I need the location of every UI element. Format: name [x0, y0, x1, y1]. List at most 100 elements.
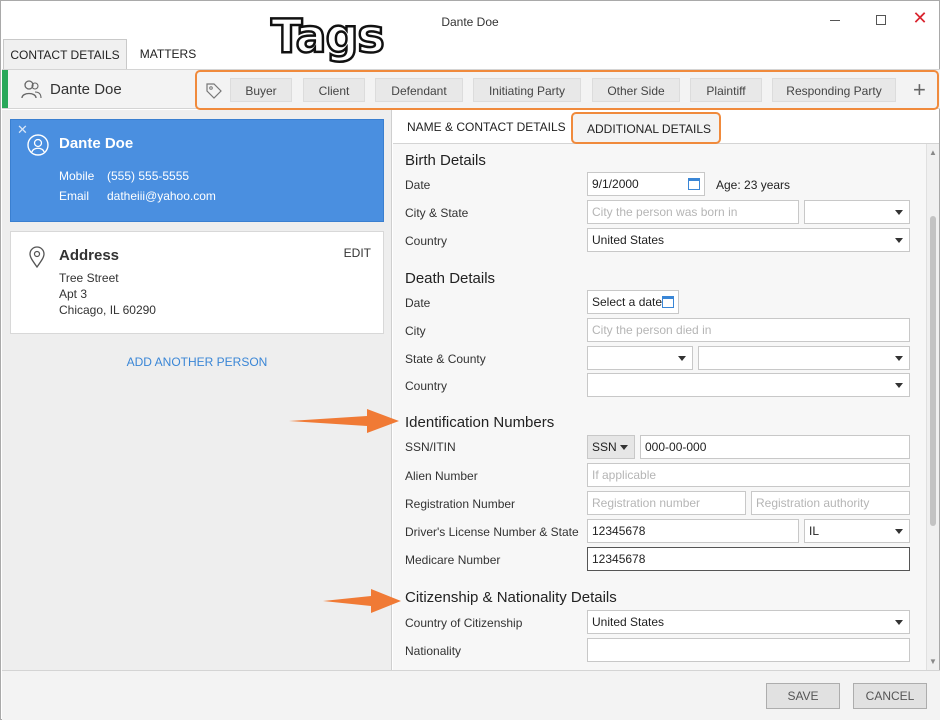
- birth-date-value: 9/1/2000: [592, 177, 639, 191]
- citizenship-heading: Citizenship & Nationality Details: [405, 589, 617, 606]
- tag-plaintiff[interactable]: Plaintiff: [690, 78, 762, 102]
- tab-additional-details[interactable]: ADDITIONAL DETAILS: [571, 112, 721, 144]
- birth-country-label: Country: [405, 234, 448, 248]
- death-county-select[interactable]: [698, 346, 910, 370]
- address-card: Address EDIT Tree Street Apt 3 Chicago, …: [10, 231, 384, 334]
- death-date-input[interactable]: Select a date: [587, 290, 679, 314]
- edit-address-button[interactable]: EDIT: [344, 246, 371, 260]
- license-state-value: IL: [809, 524, 820, 538]
- birth-country-value: United States: [592, 233, 665, 247]
- death-state-county-label: State & County: [405, 352, 486, 366]
- tag-client[interactable]: Client: [303, 78, 365, 102]
- mobile-row: Mobile (555) 555-5555: [59, 169, 189, 183]
- medicare-label: Medicare Number: [405, 553, 501, 567]
- close-button[interactable]: ✕: [908, 9, 932, 31]
- ssn-type-select[interactable]: SSN: [587, 435, 635, 459]
- license-label: Driver's License Number & State: [405, 525, 579, 539]
- death-date-placeholder: Select a date: [592, 295, 663, 309]
- save-button[interactable]: SAVE: [766, 683, 840, 709]
- maximize-button[interactable]: [869, 9, 893, 31]
- tag-defendant[interactable]: Defendant: [375, 78, 463, 102]
- minimize-button[interactable]: [823, 9, 847, 31]
- license-number-input[interactable]: 12345678: [587, 519, 799, 543]
- address-line: Apt 3: [59, 287, 88, 301]
- birth-date-input[interactable]: 9/1/2000: [587, 172, 705, 196]
- tag-initiating-party[interactable]: Initiating Party: [473, 78, 581, 102]
- mobile-value: (555) 555-5555: [107, 169, 190, 183]
- calendar-icon[interactable]: [688, 178, 700, 190]
- tag-responding-party[interactable]: Responding Party: [772, 78, 896, 102]
- scrollbar-thumb[interactable]: [930, 216, 936, 526]
- cancel-button[interactable]: CANCEL: [853, 683, 927, 709]
- arrow-citizenship-icon: [323, 589, 401, 613]
- remove-person-icon[interactable]: ✕: [17, 122, 28, 138]
- chevron-down-icon: [895, 238, 903, 243]
- contact-header: Dante Doe Buyer Client Defendant Initiat…: [2, 69, 940, 110]
- minimize-icon: [830, 20, 840, 21]
- address-line: Tree Street: [59, 271, 119, 285]
- maximize-icon: [876, 15, 886, 25]
- alien-number-input[interactable]: If applicable: [587, 463, 910, 487]
- death-date-label: Date: [405, 296, 431, 310]
- birth-country-select[interactable]: United States: [587, 228, 910, 252]
- window-title: Dante Doe: [441, 15, 499, 29]
- scroll-down-icon[interactable]: ▼: [929, 657, 937, 666]
- birth-city-input[interactable]: City the person was born in: [587, 200, 799, 224]
- alien-number-label: Alien Number: [405, 469, 478, 483]
- death-city-input[interactable]: City the person died in: [587, 318, 910, 342]
- death-country-select[interactable]: [587, 373, 910, 397]
- citizenship-country-value: United States: [592, 615, 665, 629]
- tab-additional-details-label: ADDITIONAL DETAILS: [587, 122, 712, 136]
- tab-matters[interactable]: MATTERS: [133, 39, 203, 69]
- chevron-down-icon: [895, 210, 903, 215]
- chevron-down-icon: [895, 383, 903, 388]
- ssn-label: SSN/ITIN: [405, 440, 456, 454]
- arrow-identification-icon: [289, 409, 399, 433]
- location-pin-icon: [29, 246, 45, 268]
- close-icon: ✕: [912, 8, 928, 28]
- registration-number-label: Registration Number: [405, 497, 516, 511]
- death-country-label: Country: [405, 379, 448, 393]
- chevron-down-icon: [678, 356, 686, 361]
- footer-bar: SAVE CANCEL: [2, 670, 940, 720]
- details-panel: NAME & CONTACT DETAILS ADDITIONAL DETAIL…: [393, 110, 939, 670]
- license-state-select[interactable]: IL: [804, 519, 910, 543]
- person-card[interactable]: ✕ Dante Doe Mobile (555) 555-5555 Email da…: [10, 119, 384, 222]
- citizenship-country-select[interactable]: United States: [587, 610, 910, 634]
- add-another-person-link[interactable]: ADD ANOTHER PERSON: [2, 355, 392, 369]
- age-text: Age: 23 years: [716, 178, 791, 192]
- add-tag-icon[interactable]: +: [913, 78, 926, 102]
- death-state-select[interactable]: [587, 346, 693, 370]
- contact-name: Dante Doe: [50, 81, 122, 98]
- tag-buyer[interactable]: Buyer: [230, 78, 292, 102]
- sub-tabs: NAME & CONTACT DETAILS ADDITIONAL DETAIL…: [393, 110, 939, 144]
- form-scrollbar[interactable]: ▲ ▼: [926, 144, 939, 670]
- birth-state-select[interactable]: [804, 200, 910, 224]
- email-value: datheiii@yahoo.com: [107, 189, 216, 203]
- tab-name-contact-details[interactable]: NAME & CONTACT DETAILS: [407, 120, 566, 134]
- calendar-icon[interactable]: [662, 296, 674, 308]
- medicare-input[interactable]: 12345678: [587, 547, 910, 571]
- scroll-up-icon[interactable]: ▲: [929, 148, 937, 157]
- registration-authority-input[interactable]: Registration authority: [751, 491, 910, 515]
- tag-icon: [206, 83, 222, 99]
- ssn-input[interactable]: 000-00-000: [640, 435, 910, 459]
- chevron-down-icon: [895, 529, 903, 534]
- death-city-label: City: [405, 324, 426, 338]
- tag-other-side[interactable]: Other Side: [592, 78, 680, 102]
- mobile-label: Mobile: [59, 169, 95, 183]
- nationality-input[interactable]: [587, 638, 910, 662]
- birth-details-heading: Birth Details: [405, 152, 486, 169]
- additional-details-form: Birth Details Date 9/1/2000 Age: 23 year…: [393, 144, 926, 670]
- ssn-type-value: SSN: [592, 440, 617, 454]
- citizenship-country-label: Country of Citizenship: [405, 616, 523, 630]
- address-line: Chicago, IL 60290: [59, 303, 156, 317]
- email-label: Email: [59, 189, 90, 203]
- tab-contact-details[interactable]: CONTACT DETAILS: [3, 39, 127, 69]
- person-card-name: Dante Doe: [59, 135, 134, 152]
- status-strip: [2, 70, 8, 108]
- registration-number-input[interactable]: Registration number: [587, 491, 746, 515]
- title-bar: Dante Doe ✕: [1, 1, 939, 41]
- identification-heading: Identification Numbers: [405, 414, 555, 431]
- tags-bar: Buyer Client Defendant Initiating Party …: [195, 70, 939, 110]
